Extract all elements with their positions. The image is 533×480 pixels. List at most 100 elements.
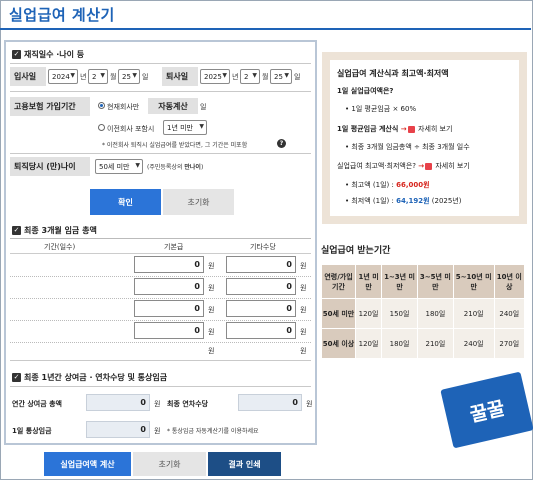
auto-calc-field: 자동계산	[148, 98, 198, 114]
row-divider	[10, 320, 311, 321]
bottom-reset-button[interactable]: 초기화	[133, 452, 206, 476]
other-total-unit: 원	[300, 347, 307, 355]
table-cell: 270일	[493, 328, 526, 359]
won-unit: 원	[154, 427, 161, 435]
row-divider	[10, 276, 311, 277]
section-title-wages: ✓ 최종 3개월 임금 총액	[12, 226, 97, 235]
col-period-header: 기간(일수)	[44, 243, 76, 251]
join-month-select[interactable]: 2 ▼	[88, 69, 108, 84]
table-cell: 180일	[381, 328, 418, 359]
won-unit: 원	[208, 284, 215, 292]
info-q3: 실업급여 최고액·최저액은? → 자세히 보기	[337, 162, 470, 170]
radio-previous-label: 이전회사 포함시	[107, 125, 155, 133]
age-select[interactable]: 50세 미만 ▼	[95, 159, 143, 174]
reset-button[interactable]: 초기화	[163, 189, 234, 215]
info-a2: • 최종 3개월 임금총액 ÷ 최종 3개월 일수	[345, 143, 470, 151]
annual-leave-pay-input[interactable]: 0	[238, 394, 302, 411]
table-cell: 180일	[416, 298, 454, 329]
month-unit: 월	[262, 73, 269, 81]
leave-month-select[interactable]: 2 ▼	[240, 69, 260, 84]
divider	[10, 91, 311, 92]
join-day-select[interactable]: 25 ▼	[118, 69, 140, 84]
col-basic-header: 기본급	[164, 243, 184, 251]
table-row: 50세 미만 120일 150일 180일 210일 240일	[321, 298, 526, 329]
basic-wage-input-2[interactable]: 0	[134, 278, 204, 295]
join-year-select[interactable]: 2024 ▼	[48, 69, 78, 84]
won-unit: 원	[300, 284, 307, 292]
basic-wage-input-1[interactable]: 0	[134, 256, 204, 273]
calculator-panel: ✓ 재직일수 ·나이 등 입사일 2024 ▼ 년 2 ▼ 월 25 ▼ 일 퇴사일 …	[4, 40, 317, 445]
won-unit: 원	[208, 328, 215, 336]
table-row-label: 50세 이상	[321, 328, 356, 359]
radio-current-label: 현재회사만	[107, 103, 140, 111]
other-allowance-input-3[interactable]: 0	[226, 300, 296, 317]
divider	[10, 238, 311, 239]
table-header: 1년 미만	[354, 264, 383, 299]
info-title: 실업급여 계산식과 최고액·최저액	[337, 69, 449, 78]
annual-bonus-input[interactable]: 0	[86, 394, 150, 411]
daily-wage-label: 1일 통상임금	[12, 427, 52, 435]
col-other-header: 기타수당	[250, 243, 276, 251]
basic-wage-input-3[interactable]: 0	[134, 300, 204, 317]
annual-leave-pay-label: 최종 연차수당	[167, 400, 209, 408]
info-a1: • 1일 평균임금 × 60%	[345, 105, 417, 113]
other-allowance-input-2[interactable]: 0	[226, 278, 296, 295]
table-cell: 210일	[416, 328, 454, 359]
print-button[interactable]: 결과 인쇄	[208, 452, 281, 476]
year-unit: 년	[80, 73, 87, 81]
won-unit: 원	[154, 400, 161, 408]
divider	[10, 386, 311, 387]
table-row: 50세 이상 120일 180일 210일 240일 270일	[321, 328, 526, 359]
other-allowance-input-1[interactable]: 0	[226, 256, 296, 273]
checkbox-icon[interactable]: ✓	[12, 226, 21, 235]
info-max: • 최고액 (1일) : 66,000원	[345, 181, 430, 189]
table-header: 5~10년 미만	[452, 264, 495, 299]
table-row: 연령/가입기간 1년 미만 1~3년 미만 3~5년 미만 5~10년 미만 1…	[321, 264, 526, 299]
table-cell: 150일	[381, 298, 418, 329]
basic-wage-input-4[interactable]: 0	[134, 322, 204, 339]
table-header: 3~5년 미만	[416, 264, 454, 299]
table-header: 1~3년 미만	[381, 264, 418, 299]
daily-wage-input[interactable]: 0	[86, 421, 150, 438]
previous-note: * 이전회사 퇴직시 실업급여를 받았다면, 그 기간은 미포함	[102, 142, 248, 149]
day-unit: 일	[200, 103, 207, 111]
radio-current-company[interactable]	[98, 102, 105, 109]
info-panel: 실업급여 계산식과 최고액·최저액 1일 실업급여액은? • 1일 평균임금 ×…	[322, 52, 527, 224]
divider	[10, 153, 311, 154]
age-note: (주민등록상의 만나이)	[147, 164, 204, 171]
leave-year-select[interactable]: 2025 ▼	[200, 69, 230, 84]
won-unit: 원	[306, 400, 313, 408]
insurance-period-label: 고용보험 가입기간	[10, 97, 90, 116]
table-cell: 240일	[452, 328, 495, 359]
info-q1: 1일 실업급여액은?	[337, 87, 394, 95]
calculate-button[interactable]: 실업급여액 계산	[44, 452, 131, 476]
more-link[interactable]: 자세히 보기	[418, 125, 452, 133]
age-label: 퇴직당시 (만)나이	[10, 157, 90, 176]
link-icon	[425, 162, 433, 170]
help-icon[interactable]: ?	[277, 139, 286, 148]
day-unit: 일	[142, 73, 149, 81]
table-row-label: 50세 미만	[321, 298, 356, 329]
checkbox-icon[interactable]: ✓	[12, 373, 21, 382]
daily-wage-note: * 통상임금 자동계산기를 이용하세요	[167, 428, 259, 435]
other-allowance-input-4[interactable]: 0	[226, 322, 296, 339]
period-title: 실업급여 받는기간	[321, 246, 391, 256]
info-card: 실업급여 계산식과 최고액·최저액 1일 실업급여액은? • 1일 평균임금 ×…	[330, 60, 519, 216]
month-unit: 월	[110, 73, 117, 81]
more-link[interactable]: 자세히 보기	[435, 162, 469, 170]
row-divider	[10, 342, 311, 343]
table-header: 연령/가입기간	[321, 264, 356, 299]
table-cell: 120일	[354, 328, 383, 359]
radio-include-previous[interactable]	[98, 124, 105, 131]
table-cell: 120일	[354, 298, 383, 329]
previous-period-select[interactable]: 1년 미만 ▼	[163, 120, 207, 135]
confirm-button[interactable]: 확인	[90, 189, 161, 215]
day-unit: 일	[294, 73, 301, 81]
divider	[10, 253, 311, 254]
leave-day-select[interactable]: 25 ▼	[270, 69, 292, 84]
won-unit: 원	[300, 262, 307, 270]
annual-bonus-label: 연간 상여금 총액	[12, 400, 62, 408]
basic-total-unit: 원	[208, 347, 215, 355]
section-title-bonus: ✓ 최종 1년간 상여금 · 연차수당 및 통상임금	[12, 373, 168, 382]
checkbox-icon[interactable]: ✓	[12, 50, 21, 59]
